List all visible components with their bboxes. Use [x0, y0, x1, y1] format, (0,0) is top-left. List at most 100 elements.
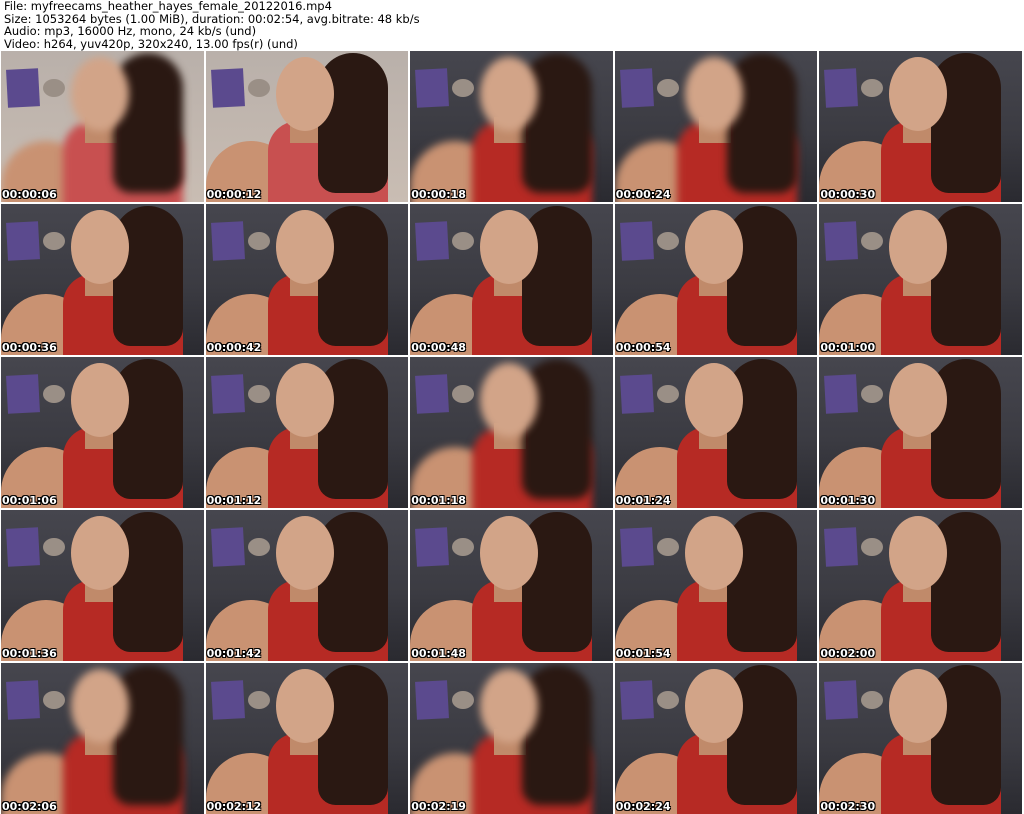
thumbnail-timestamp: 00:01:24 [615, 494, 671, 507]
thumbnail-timestamp: 00:00:48 [411, 341, 466, 354]
background-object [656, 691, 679, 709]
thumbnail-timestamp: 00:00:54 [615, 341, 671, 354]
video-thumbnail: 00:00:36 [1, 204, 204, 355]
thumbnail-timestamp: 00:02:06 [2, 800, 57, 813]
wall-poster [619, 680, 654, 720]
video-thumbnail: 00:01:42 [205, 510, 409, 661]
face [889, 363, 948, 437]
thumbnail-timestamp: 00:01:36 [2, 647, 57, 660]
wall-poster [6, 221, 40, 261]
wall-poster [210, 527, 245, 567]
video-thumbnail: 00:01:54 [614, 510, 818, 661]
background-object [247, 385, 270, 403]
video-thumbnail: 00:01:18 [410, 357, 613, 508]
wall-poster [6, 680, 40, 720]
video-thumbnail: 00:02:06 [1, 663, 204, 814]
background-object [43, 385, 65, 403]
video-thumbnail: 00:00:12 [205, 51, 409, 202]
thumbnail-timestamp: 00:00:06 [2, 188, 57, 201]
video-thumbnail: 00:00:24 [614, 51, 818, 202]
face [889, 669, 948, 743]
face [480, 210, 539, 284]
video-thumbnail: 00:00:48 [410, 204, 613, 355]
wall-poster [824, 527, 859, 567]
thumbnail-timestamp: 00:00:18 [411, 188, 466, 201]
thumbnail-timestamp: 00:00:12 [206, 188, 262, 201]
wall-poster [6, 374, 40, 414]
face [480, 363, 539, 437]
thumbnail-timestamp: 00:01:06 [2, 494, 57, 507]
wall-poster [415, 527, 450, 567]
wall-poster [415, 221, 450, 261]
video-thumbnail: 00:01:12 [205, 357, 409, 508]
wall-poster [824, 680, 859, 720]
video-thumbnail: 00:02:00 [819, 510, 1022, 661]
face [480, 516, 539, 590]
face [684, 57, 743, 131]
face [889, 210, 948, 284]
thumbnail-timestamp: 00:02:19 [411, 800, 466, 813]
thumbnail-grid: 00:00:06 00:00:12 00:00:18 00:00:24 00:00:30… [1, 51, 1023, 814]
background-object [247, 691, 270, 709]
thumbnail-timestamp: 00:01:48 [411, 647, 466, 660]
file-name-line: File: myfreecams_heather_hayes_female_20… [4, 0, 332, 13]
wall-poster [6, 68, 40, 108]
thumbnail-timestamp: 00:01:30 [820, 494, 876, 507]
wall-poster [415, 374, 450, 414]
face [684, 363, 743, 437]
face [889, 516, 948, 590]
video-thumbnail: 00:01:06 [1, 357, 204, 508]
video-thumbnail: 00:01:36 [1, 510, 204, 661]
wall-poster [210, 68, 245, 108]
face [684, 516, 743, 590]
background-object [247, 538, 270, 556]
thumbnail-timestamp: 00:01:12 [206, 494, 262, 507]
background-object [43, 79, 65, 97]
background-object [43, 538, 65, 556]
face [71, 57, 129, 131]
video-thumbnail: 00:01:24 [614, 357, 818, 508]
video-thumbnail: 00:00:42 [205, 204, 409, 355]
wall-poster [415, 68, 450, 108]
background-object [43, 691, 65, 709]
video-thumbnail: 00:02:24 [614, 663, 818, 814]
thumbnail-timestamp: 00:01:42 [206, 647, 262, 660]
thumbnail-timestamp: 00:01:00 [820, 341, 876, 354]
background-object [247, 79, 270, 97]
face [889, 57, 948, 131]
video-info-line: Video: h264, yuv420p, 320x240, 13.00 fps… [4, 36, 298, 51]
thumbnail-timestamp: 00:02:12 [206, 800, 262, 813]
face [684, 210, 743, 284]
wall-poster [824, 374, 859, 414]
thumbnail-timestamp: 00:00:24 [615, 188, 671, 201]
face [275, 516, 334, 590]
thumbnail-timestamp: 00:00:30 [820, 188, 876, 201]
face [480, 669, 539, 743]
video-thumbnail: 00:02:19 [410, 663, 613, 814]
video-thumbnail: 00:01:00 [819, 204, 1022, 355]
video-thumbnail: 00:00:06 [1, 51, 204, 202]
wall-poster [210, 680, 245, 720]
wall-poster [824, 221, 859, 261]
face [275, 363, 334, 437]
face [275, 210, 334, 284]
background-object [656, 232, 679, 250]
face [480, 57, 539, 131]
wall-poster [6, 527, 40, 567]
video-thumbnail: 00:01:48 [410, 510, 613, 661]
background-object [656, 385, 679, 403]
wall-poster [619, 374, 654, 414]
wall-poster [210, 221, 245, 261]
thumbnail-timestamp: 00:00:36 [2, 341, 57, 354]
face [684, 669, 743, 743]
background-object [656, 79, 679, 97]
thumbnail-timestamp: 00:01:54 [615, 647, 671, 660]
thumbnail-timestamp: 00:02:24 [615, 800, 671, 813]
wall-poster [619, 527, 654, 567]
video-thumbnail: 00:00:54 [614, 204, 818, 355]
wall-poster [824, 68, 859, 108]
wall-poster [619, 68, 654, 108]
background-object [656, 538, 679, 556]
face [275, 669, 334, 743]
face [71, 210, 129, 284]
